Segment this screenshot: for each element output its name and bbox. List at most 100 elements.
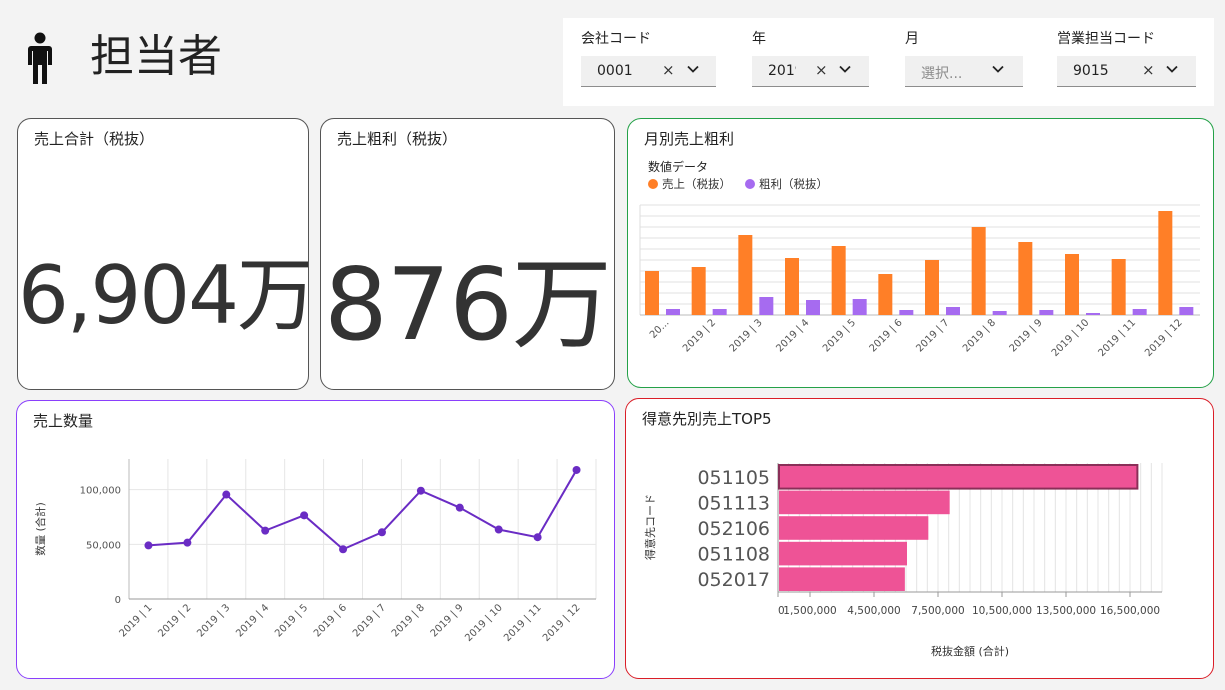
sales-bar <box>1018 242 1033 315</box>
chevron-down-icon[interactable] <box>991 62 1005 76</box>
chevron-down-icon[interactable] <box>1165 62 1179 76</box>
page-title: 担当者 <box>90 31 222 82</box>
clear-icon[interactable]: × <box>815 61 828 79</box>
customer-bar <box>779 541 907 566</box>
profit-bar <box>759 297 774 315</box>
sales-bar <box>1065 254 1079 315</box>
clear-icon[interactable]: × <box>1142 61 1155 79</box>
x-tick-label: 10,500,000 <box>972 605 1032 617</box>
sales-bar <box>1111 259 1126 315</box>
sales-quantity-card: 売上数量 0 50,000 100,000 数量 (合計) 2019 | 1 2019 |… <box>16 400 615 679</box>
x-tick-label: 2019 | 9 <box>1008 317 1045 354</box>
customer-bar <box>779 490 950 515</box>
sales-bar <box>831 246 846 315</box>
x-tick-label: 13,500,000 <box>1036 605 1096 617</box>
x-tick-label: 2019 | 5 <box>821 317 858 354</box>
x-tick-label: 1,500,000 <box>783 605 836 617</box>
sales-total-card: 売上合計（税抜） 6,904万 <box>17 118 309 390</box>
x-tick-label: 2019 | 1 <box>117 602 154 639</box>
x-tick-label: 2019 | 3 <box>728 317 765 354</box>
x-tick-label: 2019 | 9 <box>429 602 466 639</box>
profit-bar <box>666 309 680 315</box>
gross-profit-card: 売上粗利（税抜） 876万 <box>320 118 615 390</box>
y-tick-label: 051113 <box>697 492 770 514</box>
x-tick-label: 2019 | 11 <box>1096 317 1138 359</box>
chevron-down-icon[interactable] <box>838 62 852 76</box>
data-point <box>455 503 464 512</box>
sales-bar <box>691 267 706 315</box>
profit-bar <box>1179 307 1194 315</box>
x-tick-label: 2019 | 4 <box>774 317 811 354</box>
x-tick-label: 4,500,000 <box>847 605 900 617</box>
y-axis-title: 数量 (合計) <box>34 502 47 556</box>
filter-label: 年 <box>752 31 766 47</box>
x-tick-label: 2019 | 6 <box>868 317 905 354</box>
filter-label: 営業担当コード <box>1057 31 1155 47</box>
x-tick-label: 2019 | 12 <box>1143 317 1185 359</box>
filter-placeholder: 選択... <box>921 66 963 82</box>
x-tick-label: 2019 | 2 <box>156 602 193 639</box>
y-tick-label: 100,000 <box>80 486 121 497</box>
data-point <box>144 541 153 550</box>
monthly-sales-profit-card: 月別売上粗利 数値データ 売上（税抜） 粗利（税抜） 20... 2019 | 2… <box>627 118 1214 388</box>
data-point <box>416 486 425 495</box>
x-tick-label: 2019 | 7 <box>351 602 388 639</box>
sales-rep-code-select[interactable]: 9015 × <box>1057 56 1196 87</box>
profit-bar <box>712 309 727 315</box>
x-tick-label: 7,500,000 <box>911 605 964 617</box>
data-point <box>261 526 270 535</box>
profit-bar <box>806 300 820 315</box>
profit-bar <box>992 311 1007 315</box>
x-tick-label: 20... <box>648 317 672 341</box>
gross-profit-value: 876万 <box>324 246 612 363</box>
y-tick-label: 052017 <box>697 569 770 591</box>
customer-bar <box>778 464 1139 490</box>
filter-panel: 会社コード 0001 × 年 2019 × 月 選択... 営業担当コード 90… <box>563 18 1214 106</box>
sales-bar <box>878 274 893 315</box>
sales-bar <box>971 227 986 315</box>
x-axis-title: 税抜金額 (合計) <box>931 644 1009 658</box>
filter-label: 会社コード <box>581 31 651 47</box>
customer-bar <box>779 567 905 591</box>
profit-bar <box>946 307 960 315</box>
y-tick-label: 0 <box>115 595 121 606</box>
x-tick-label: 16,500,000 <box>1100 605 1160 617</box>
x-tick-label: 2019 | 12 <box>541 602 583 644</box>
y-tick-label: 051108 <box>697 544 770 566</box>
filter-value: 9015 <box>1073 63 1109 79</box>
top5-hbar-chart: 05110505111305210605110805201701,500,000… <box>643 463 1163 658</box>
y-axis-title: 得意先コード <box>643 494 657 560</box>
customer-bar <box>779 516 929 540</box>
top5-customers-card: 得意先別売上TOP5 051105 051113 052106 051108 05201… <box>625 398 1214 679</box>
monthly-bar-chart: 20... 2019 | 2 2019 | 3 2019 | 4 2019 | 5 201… <box>639 204 1200 359</box>
x-tick-label: 2019 | 5 <box>273 602 310 639</box>
filter-label: 月 <box>905 31 919 47</box>
sales-bar <box>925 260 939 315</box>
data-point <box>377 528 386 537</box>
person-icon <box>28 32 52 84</box>
data-point <box>533 533 542 542</box>
sales-bar <box>785 258 799 315</box>
x-tick-label: 2019 | 8 <box>390 602 427 639</box>
sales-total-value: 6,904万 <box>18 249 309 342</box>
y-tick-label: 051105 <box>697 467 770 489</box>
data-point <box>572 465 581 474</box>
x-tick-label: 2019 | 7 <box>914 317 951 354</box>
clear-icon[interactable]: × <box>662 61 675 79</box>
month-select[interactable]: 選択... <box>905 56 1023 87</box>
card-title: 売上粗利（税抜） <box>337 130 458 148</box>
data-point <box>300 511 309 520</box>
x-tick-label: 2019 | 2 <box>681 317 718 354</box>
data-point <box>183 538 192 547</box>
data-point <box>494 525 503 534</box>
year-select[interactable]: 2019 × <box>752 56 869 87</box>
x-tick-label: 2019 | 11 <box>502 602 544 644</box>
x-tick-label: 2019 | 3 <box>195 602 232 639</box>
company-code-select[interactable]: 0001 × <box>581 56 716 87</box>
sales-bar <box>1158 211 1173 315</box>
data-point <box>222 490 231 499</box>
x-tick-label: 2019 | 4 <box>234 602 271 639</box>
x-tick-label: 2019 | 10 <box>1050 317 1092 359</box>
chevron-down-icon[interactable] <box>686 62 700 76</box>
y-tick-label: 052106 <box>697 518 770 540</box>
